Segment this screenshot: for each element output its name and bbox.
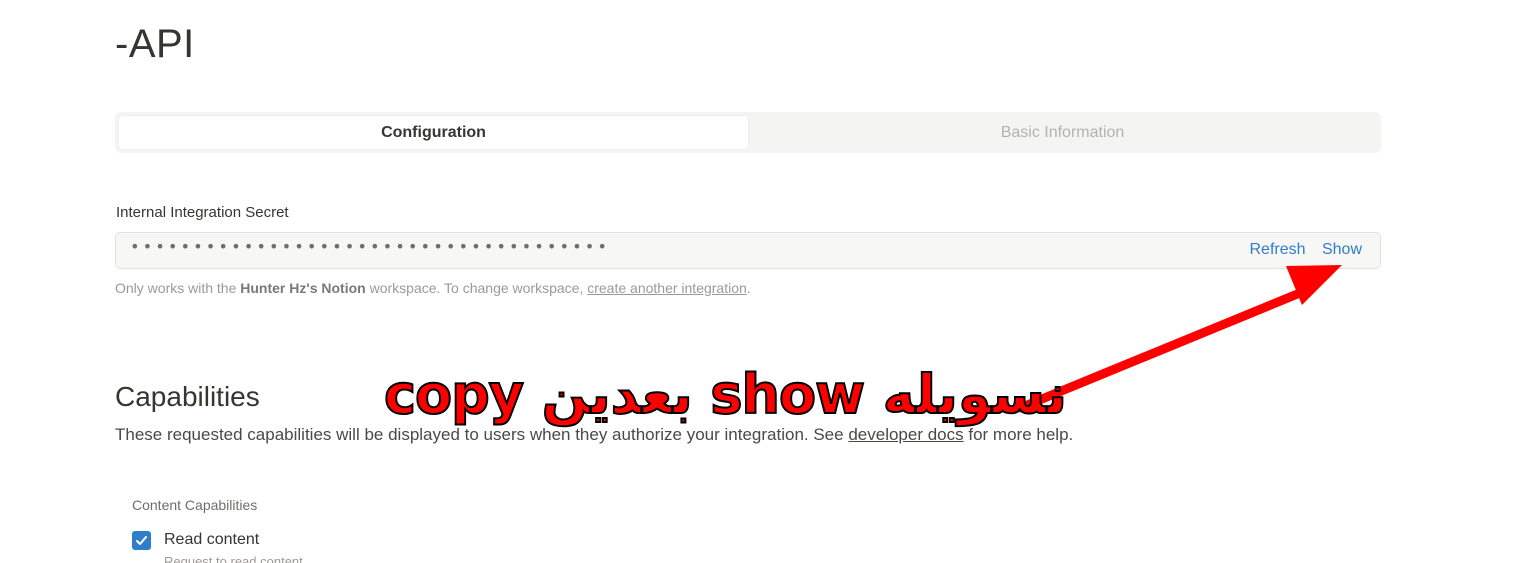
create-integration-link[interactable]: create another integration [587, 280, 747, 296]
secret-field-label: Internal Integration Secret [116, 204, 289, 221]
integration-settings-page: -API Configuration Basic Information Int… [0, 0, 1538, 563]
hint-middle: workspace. To change workspace, [365, 280, 588, 296]
tab-basic-information[interactable]: Basic Information [748, 116, 1377, 149]
capabilities-heading: Capabilities [115, 381, 260, 412]
tab-configuration[interactable]: Configuration [119, 116, 748, 149]
cap-desc-suffix: for more help. [963, 425, 1074, 444]
cap-desc-prefix: These requested capabilities will be dis… [115, 425, 849, 444]
read-content-description: Request to read content [164, 554, 303, 563]
hint-workspace-name: Hunter Hz's Notion [240, 280, 366, 296]
secret-actions: Refresh Show [1237, 241, 1362, 259]
read-content-checkbox[interactable] [132, 531, 151, 550]
secret-masked-value: •••••••••••••••••••••••••••••••••••••• [130, 237, 611, 256]
page-title: -API [115, 22, 195, 66]
content-capabilities-label: Content Capabilities [132, 497, 258, 513]
read-content-label: Read content [164, 531, 260, 548]
capabilities-description: These requested capabilities will be dis… [115, 425, 1073, 445]
settings-tabs: Configuration Basic Information [115, 112, 1381, 153]
workspace-hint: Only works with the Hunter Hz's Notion w… [115, 280, 751, 296]
checkmark-icon [136, 536, 147, 545]
developer-docs-link[interactable]: developer docs [848, 425, 963, 444]
annotation-text: نسويله show بعدين copy [383, 363, 1069, 426]
hint-suffix: . [746, 280, 751, 296]
refresh-button[interactable]: Refresh [1249, 241, 1305, 258]
show-button[interactable]: Show [1322, 241, 1362, 258]
hint-prefix: Only works with the [115, 280, 241, 296]
secret-field[interactable]: •••••••••••••••••••••••••••••••••••••• R… [115, 232, 1381, 269]
